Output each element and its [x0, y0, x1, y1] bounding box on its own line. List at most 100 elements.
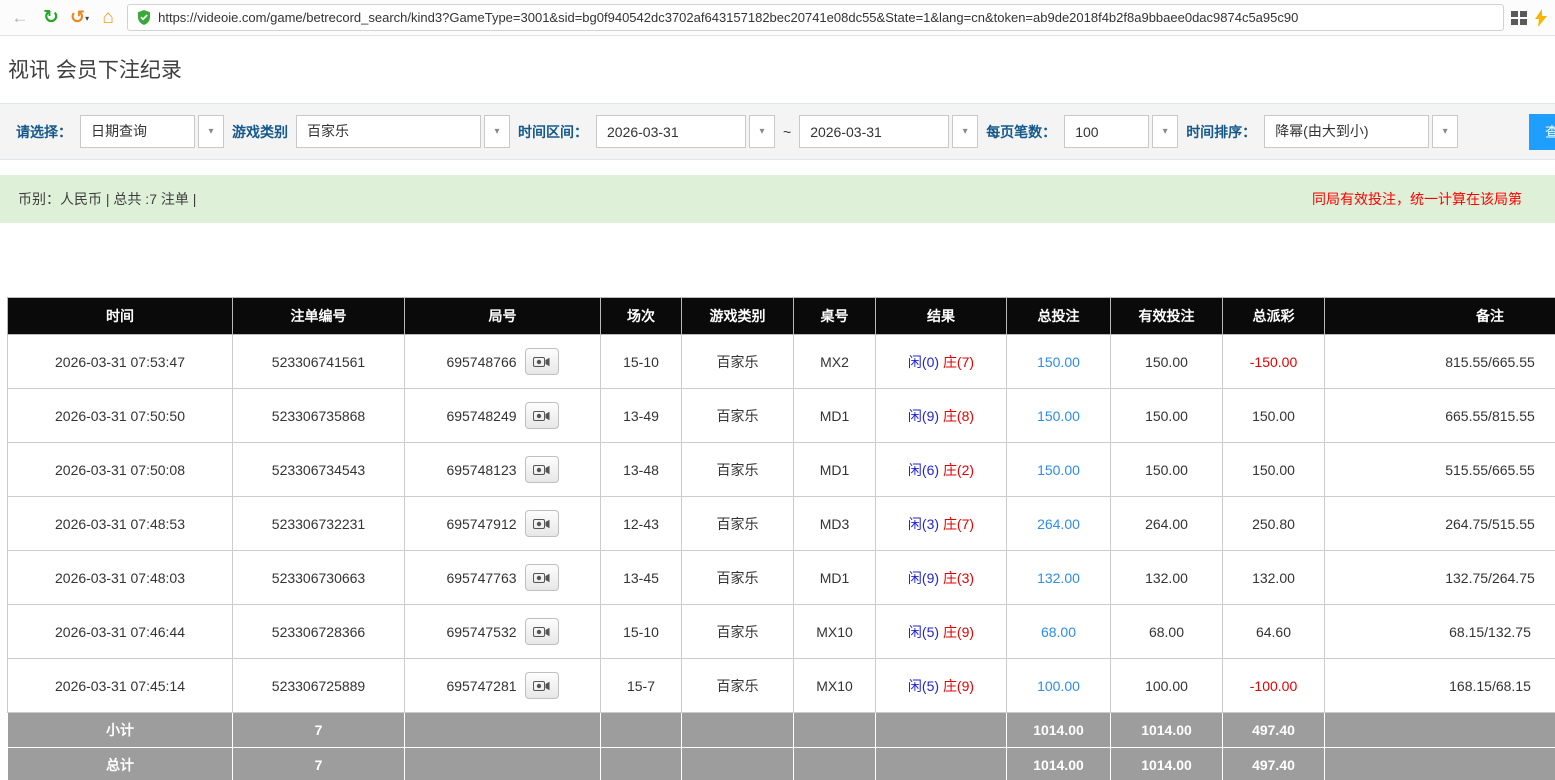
video-replay-button[interactable]: [524, 402, 559, 429]
cell-note: 68.15/132.75: [1324, 604, 1555, 659]
result-player: 闲(6): [907, 461, 940, 478]
video-camera-icon: [533, 518, 550, 529]
table-row: 2026-03-31 07:48:03 523306730663 6957477…: [7, 550, 1555, 605]
date-from-input[interactable]: [596, 115, 746, 148]
back-icon[interactable]: ←: [8, 8, 32, 28]
total-total-bet: 1014.00: [1006, 747, 1111, 780]
chevron-down-icon[interactable]: ▾: [484, 115, 510, 148]
date-from-picker[interactable]: ▾: [596, 115, 775, 148]
page-title: 视讯 会员下注纪录: [8, 59, 182, 82]
page-size-input[interactable]: [1064, 115, 1150, 148]
lightning-icon[interactable]: [1535, 8, 1547, 27]
sort-label: 时间排序：: [1186, 123, 1257, 140]
total-empty: [600, 747, 682, 780]
cell-result: 闲(6) 庄(2): [875, 442, 1007, 497]
cell-table-no: MD3: [793, 496, 876, 551]
sort-select[interactable]: 降幂(由大到小) ▾: [1264, 115, 1459, 148]
video-replay-button[interactable]: [524, 348, 559, 375]
video-replay-button[interactable]: [524, 564, 559, 591]
date-to-input[interactable]: [799, 115, 950, 148]
cell-game-type: 百家乐: [681, 604, 794, 659]
cell-game-type: 百家乐: [681, 388, 794, 443]
chevron-down-icon[interactable]: ▾: [1152, 115, 1179, 148]
game-type-select[interactable]: 百家乐 ▾: [296, 115, 510, 148]
cell-valid-bet: 132.00: [1110, 550, 1223, 605]
cell-time: 2026-03-31 07:45:14: [7, 658, 233, 713]
address-bar[interactable]: https://videoie.com/game/betrecord_searc…: [127, 4, 1504, 31]
cell-table-no: MX10: [793, 604, 876, 659]
cell-total-bet[interactable]: 150.00: [1006, 388, 1111, 443]
undo-icon[interactable]: ↺▾: [70, 7, 89, 28]
result-player: 闲(5): [907, 623, 940, 640]
cell-total-bet[interactable]: 264.00: [1006, 496, 1111, 551]
subtotal-label: 小计: [7, 712, 233, 748]
video-camera-icon: [533, 680, 550, 691]
sort-value[interactable]: 降幂(由大到小): [1264, 115, 1430, 148]
chevron-down-icon[interactable]: ▾: [198, 115, 224, 148]
total-empty: [404, 747, 601, 780]
round-number: 695747763: [446, 569, 517, 586]
cell-session: 13-45: [600, 550, 682, 605]
table-row: 2026-03-31 07:48:53 523306732231 6957479…: [7, 496, 1555, 551]
url-text[interactable]: https://videoie.com/game/betrecord_searc…: [158, 10, 1298, 25]
page-content: 视讯 会员下注纪录 请选择： 日期查询 ▾ 游戏类别 百家乐 ▾ 时间区间： ▾…: [0, 36, 1555, 780]
video-camera-icon: [533, 410, 550, 421]
result-banker: 庄(7): [942, 353, 975, 370]
cell-round-no: 695748766: [404, 334, 601, 389]
video-replay-button[interactable]: [524, 672, 559, 699]
video-replay-button[interactable]: [524, 456, 559, 483]
cell-valid-bet: 68.00: [1110, 604, 1223, 659]
apps-grid-icon[interactable]: [1511, 10, 1527, 25]
game-type-label: 游戏类别: [232, 123, 288, 140]
query-type-select[interactable]: 日期查询 ▾: [80, 115, 224, 148]
cell-total-bet[interactable]: 150.00: [1006, 334, 1111, 389]
query-type-value[interactable]: 日期查询: [80, 115, 195, 148]
table-row: 2026-03-31 07:50:08 523306734543 6957481…: [7, 442, 1555, 497]
total-payout: 497.40: [1222, 747, 1325, 780]
page-size-select[interactable]: ▾: [1064, 115, 1179, 148]
cell-total-bet[interactable]: 68.00: [1006, 604, 1111, 659]
cell-round-no: 695748123: [404, 442, 601, 497]
subtotal-empty: [875, 712, 1007, 748]
cell-game-type: 百家乐: [681, 658, 794, 713]
result-player: 闲(9): [907, 569, 940, 586]
subtotal-row: 小计 7 1014.00 1014.00 497.40: [7, 712, 1555, 748]
result-player: 闲(3): [907, 515, 940, 532]
cell-round-no: 695747763: [404, 550, 601, 605]
cell-game-type: 百家乐: [681, 442, 794, 497]
subtotal-count: 7: [232, 712, 405, 748]
total-empty: [681, 747, 794, 780]
home-icon[interactable]: ⌂: [96, 7, 120, 29]
cell-total-bet[interactable]: 132.00: [1006, 550, 1111, 605]
cell-table-no: MD1: [793, 550, 876, 605]
cell-total-bet[interactable]: 150.00: [1006, 442, 1111, 497]
cell-table-no: MX2: [793, 334, 876, 389]
summary-left-text: 币别：人民币 | 总共 :7 注单 |: [18, 191, 197, 207]
video-replay-button[interactable]: [524, 618, 559, 645]
game-type-value[interactable]: 百家乐: [296, 115, 481, 148]
video-camera-icon: [533, 626, 550, 637]
subtotal-empty: [1324, 712, 1555, 748]
result-banker: 庄(2): [942, 461, 975, 478]
cell-payout: 150.00: [1222, 388, 1325, 443]
chevron-down-icon[interactable]: ▾: [1432, 115, 1459, 148]
date-to-picker[interactable]: ▾: [799, 115, 979, 148]
cell-payout: 64.60: [1222, 604, 1325, 659]
column-header-total-bet: 总投注: [1006, 297, 1111, 335]
cell-total-bet[interactable]: 100.00: [1006, 658, 1111, 713]
cell-round-no: 695747912: [404, 496, 601, 551]
undo-dropdown-caret-icon[interactable]: ▾: [85, 14, 89, 23]
cell-time: 2026-03-31 07:48:03: [7, 550, 233, 605]
security-shield-icon: [137, 10, 151, 25]
column-header-result: 结果: [875, 297, 1007, 335]
search-button[interactable]: 查询: [1529, 114, 1555, 150]
refresh-icon[interactable]: ↻: [39, 6, 63, 29]
chevron-down-icon[interactable]: ▾: [749, 115, 775, 148]
cell-result: 闲(5) 庄(9): [875, 658, 1007, 713]
video-replay-button[interactable]: [524, 510, 559, 537]
cell-game-type: 百家乐: [681, 496, 794, 551]
cell-payout: 132.00: [1222, 550, 1325, 605]
subtotal-empty: [793, 712, 876, 748]
total-empty: [793, 747, 876, 780]
chevron-down-icon[interactable]: ▾: [952, 115, 979, 148]
